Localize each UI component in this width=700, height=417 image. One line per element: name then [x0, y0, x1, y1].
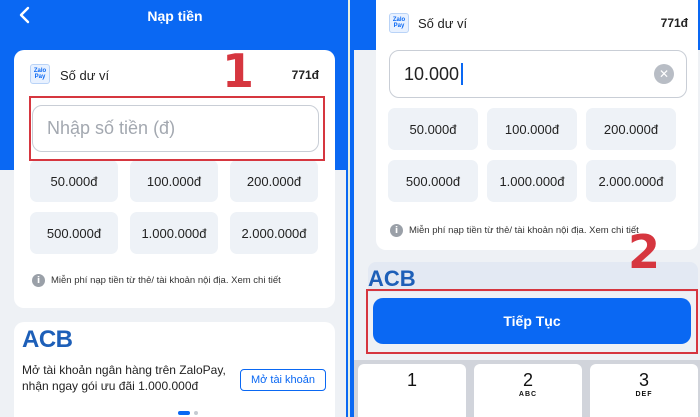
promo-text: Mở tài khoản ngân hàng trên ZaloPay, nhậ… [22, 362, 232, 394]
quick-amount-chip[interactable]: 50.000đ [388, 108, 478, 150]
amount-input[interactable]: 10.000 ✕ [389, 50, 687, 98]
fee-info-text: Miễn phí nạp tiền từ thẻ/ tài khoản nội … [51, 275, 281, 286]
keypad-key-3[interactable]: 3 DEF [590, 364, 698, 417]
wallet-balance-value: 771đ [660, 16, 688, 30]
continue-button[interactable]: Tiếp Tục [373, 298, 691, 344]
left-screen: Nạp tiền Zalo Pay Số dư ví 771đ 50.000đ … [0, 0, 346, 417]
key-number: 2 [522, 370, 533, 390]
topup-card: Zalo Pay Số dư ví 771đ 50.000đ 100.000đ … [14, 50, 335, 308]
quick-amount-chip[interactable]: 50.000đ [30, 160, 118, 202]
acb-logo: ACB [22, 326, 73, 353]
carousel-dots [178, 411, 198, 415]
quick-amount-chip[interactable]: 2.000.000đ [230, 212, 318, 254]
key-letters: ABC [518, 391, 538, 398]
carousel-dot[interactable] [194, 411, 198, 415]
promo-line-2: nhận ngay gói ưu đãi 1.000.000đ [22, 379, 199, 393]
key-number: 1 [406, 370, 417, 390]
quick-amount-chip[interactable]: 500.000đ [388, 160, 478, 202]
quick-amount-chip[interactable]: 1.000.000đ [487, 160, 577, 202]
carousel-dot-active[interactable] [178, 411, 190, 415]
keypad-key-2[interactable]: 2 ABC [474, 364, 582, 417]
info-icon: i [390, 224, 403, 237]
highlight-frame [29, 96, 325, 161]
wallet-balance-label: Số dư ví [418, 16, 468, 31]
zalopay-logo-icon: Zalo Pay [30, 64, 50, 84]
quick-amount-chip[interactable]: 500.000đ [30, 212, 118, 254]
wallet-balance-value: 771đ [291, 68, 319, 82]
quick-amount-chip[interactable]: 100.000đ [130, 160, 218, 202]
quick-amount-chip[interactable]: 2.000.000đ [586, 160, 676, 202]
fee-info-text: Miễn phí nạp tiền từ thẻ/ tài khoản nội … [409, 225, 639, 236]
amount-value: 10.000 [404, 63, 460, 84]
key-number: 3 [638, 370, 649, 390]
zalopay-logo-text: Zalo Pay [33, 68, 47, 80]
key-letters: DEF [635, 391, 653, 398]
page-title: Nạp tiền [147, 8, 203, 24]
quick-amount-chip[interactable]: 200.000đ [586, 108, 676, 150]
text-caret [461, 63, 463, 85]
step-number-2: 2 [628, 225, 661, 279]
step-number-1: 1 [222, 44, 255, 98]
quick-amount-chip[interactable]: 200.000đ [230, 160, 318, 202]
keypad-key-1[interactable]: 1 [358, 364, 466, 417]
topup-card: Zalo Pay Số dư ví 771đ 10.000 ✕ 50.000đ … [376, 0, 698, 250]
open-account-button[interactable]: Mở tài khoản [240, 369, 326, 391]
promo-line-1: Mở tài khoản ngân hàng trên ZaloPay, [22, 363, 226, 377]
panel-divider [346, 0, 354, 417]
quick-amount-grid: 50.000đ 100.000đ 200.000đ 500.000đ 1.000… [30, 160, 320, 254]
wallet-balance-label: Số dư ví [60, 68, 110, 83]
zalopay-logo-icon: Zalo Pay [389, 13, 409, 33]
clear-icon[interactable]: ✕ [654, 64, 674, 84]
quick-amount-chip[interactable]: 1.000.000đ [130, 212, 218, 254]
quick-amount-grid: 50.000đ 100.000đ 200.000đ 500.000đ 1.000… [388, 108, 693, 202]
fee-info[interactable]: i Miễn phí nạp tiền từ thẻ/ tài khoản nộ… [390, 224, 639, 237]
zalopay-logo-text: Zalo Pay [392, 17, 406, 29]
info-icon: i [32, 274, 45, 287]
numeric-keypad: 1 2 ABC 3 DEF [354, 360, 700, 417]
right-screen: Zalo Pay Số dư ví 771đ 10.000 ✕ 50.000đ … [354, 0, 700, 417]
acb-promo-banner[interactable]: ACB Mở tài khoản ngân hàng trên ZaloPay,… [14, 322, 335, 417]
quick-amount-chip[interactable]: 100.000đ [487, 108, 577, 150]
fee-info[interactable]: i Miễn phí nạp tiền từ thẻ/ tài khoản nộ… [32, 274, 281, 287]
